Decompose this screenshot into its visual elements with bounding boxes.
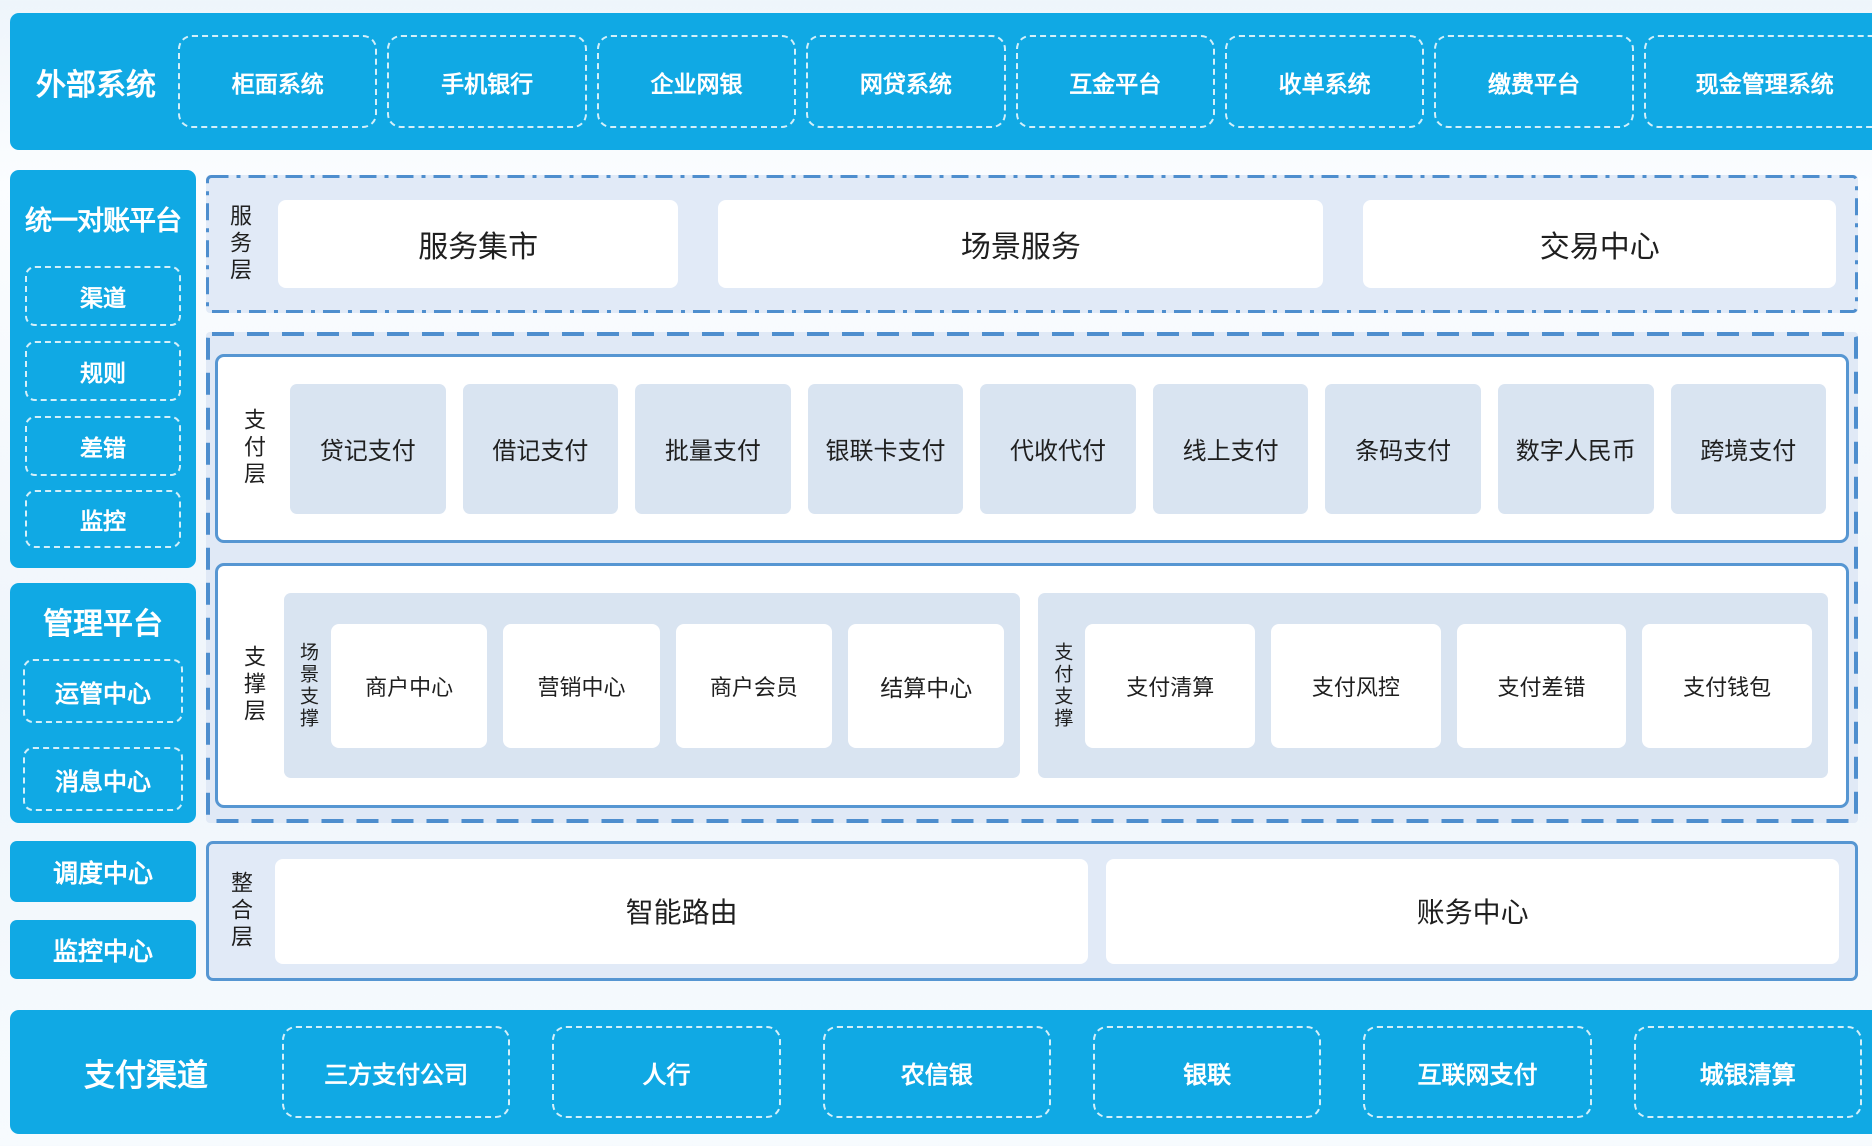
dispatch-center-box: 调度中心 xyxy=(10,841,196,902)
service-layer-item: 交易中心 xyxy=(1363,200,1836,288)
payment-layer-item: 跨境支付 xyxy=(1671,384,1827,514)
payment-support-item: 支付清算 xyxy=(1085,624,1255,748)
scene-support-label: 场景支撑 xyxy=(298,642,317,730)
payment-layer-item: 数字人民币 xyxy=(1498,384,1654,514)
payment-layer-item: 银联卡支付 xyxy=(808,384,964,514)
payment-layer-items: 贷记支付 借记支付 批量支付 银联卡支付 代收代付 线上支付 条码支付 数字人民… xyxy=(290,384,1826,514)
management-platform-panel: 管理平台 运管中心 消息中心 xyxy=(10,583,196,823)
reconciliation-item: 渠道 xyxy=(25,266,181,326)
payment-layer-item: 借记支付 xyxy=(463,384,619,514)
support-layer-label: 支撑层 xyxy=(242,645,264,726)
payment-channels-items: 三方支付公司 人行 农信银 银联 互联网支付 城银清算 xyxy=(282,1026,1862,1118)
payment-support-items: 支付清算 支付风控 支付差错 支付钱包 xyxy=(1085,624,1812,748)
payment-channel-item: 人行 xyxy=(552,1026,780,1118)
payment-layer-item: 代收代付 xyxy=(980,384,1136,514)
external-systems-bar: 外部系统 柜面系统 手机银行 企业网银 网贷系统 互金平台 收单系统 缴费平台 … xyxy=(10,13,1872,150)
management-item: 消息中心 xyxy=(23,747,183,811)
external-system-item: 手机银行 xyxy=(387,35,586,128)
scene-support-item: 商户中心 xyxy=(331,624,487,748)
external-system-item: 收单系统 xyxy=(1225,35,1424,128)
payment-layer-item: 贷记支付 xyxy=(290,384,446,514)
payment-support-label: 支付支撑 xyxy=(1052,642,1071,730)
integration-layer-items: 智能路由 账务中心 xyxy=(275,859,1839,964)
payment-support-item: 支付风控 xyxy=(1271,624,1441,748)
external-system-item: 网贷系统 xyxy=(806,35,1005,128)
payment-layer-item: 批量支付 xyxy=(635,384,791,514)
payment-layer-label: 支付层 xyxy=(242,408,264,489)
integration-layer-item: 账务中心 xyxy=(1106,859,1839,964)
external-system-item: 企业网银 xyxy=(597,35,796,128)
external-systems-title: 外部系统 xyxy=(34,60,158,104)
monitor-center-box: 监控中心 xyxy=(10,920,196,979)
management-item: 运管中心 xyxy=(23,659,183,723)
payment-channel-item: 互联网支付 xyxy=(1363,1026,1591,1118)
payment-support-item: 支付差错 xyxy=(1457,624,1627,748)
external-system-item: 现金管理系统 xyxy=(1644,35,1872,128)
payment-channel-item: 银联 xyxy=(1093,1026,1321,1118)
payment-channels-bar: 支付渠道 三方支付公司 人行 农信银 银联 互联网支付 城银清算 xyxy=(10,1010,1872,1134)
reconciliation-platform-panel: 统一对账平台 渠道 规则 差错 监控 xyxy=(10,170,196,568)
scene-support-item: 结算中心 xyxy=(848,624,1004,748)
payment-support-item: 支付钱包 xyxy=(1642,624,1812,748)
payment-support-wrapper: 支付层 贷记支付 借记支付 批量支付 银联卡支付 代收代付 线上支付 条码支付 … xyxy=(206,332,1858,823)
scene-support-group: 场景支撑 商户中心 营销中心 商户会员 结算中心 xyxy=(284,593,1020,778)
reconciliation-platform-title: 统一对账平台 xyxy=(25,170,181,266)
support-layer: 支撑层 场景支撑 商户中心 营销中心 商户会员 结算中心 支付支撑 支付清算 支… xyxy=(215,563,1849,808)
external-system-item: 互金平台 xyxy=(1016,35,1215,128)
payment-channel-item: 城银清算 xyxy=(1634,1026,1862,1118)
service-layer-item: 场景服务 xyxy=(718,200,1323,288)
service-layer-item: 服务集市 xyxy=(278,200,678,288)
integration-layer-item: 智能路由 xyxy=(275,859,1088,964)
payment-channel-item: 三方支付公司 xyxy=(282,1026,510,1118)
service-layer: 服务层 服务集市 场景服务 交易中心 xyxy=(206,175,1858,313)
service-layer-items: 服务集市 场景服务 交易中心 xyxy=(278,200,1836,288)
scene-support-item: 商户会员 xyxy=(676,624,832,748)
management-platform-title: 管理平台 xyxy=(23,583,183,659)
payment-layer-item: 条码支付 xyxy=(1325,384,1481,514)
integration-layer-label: 整合层 xyxy=(229,871,251,952)
payment-architecture-diagram: { "colors": { "bright_blue": "#10a9e4", … xyxy=(0,0,1872,1146)
scene-support-items: 商户中心 营销中心 商户会员 结算中心 xyxy=(331,624,1004,748)
payment-support-group: 支付支撑 支付清算 支付风控 支付差错 支付钱包 xyxy=(1038,593,1828,778)
payment-channel-item: 农信银 xyxy=(823,1026,1051,1118)
external-systems-items: 柜面系统 手机银行 企业网银 网贷系统 互金平台 收单系统 缴费平台 现金管理系… xyxy=(178,35,1872,128)
reconciliation-item: 规则 xyxy=(25,341,181,401)
payment-layer-item: 线上支付 xyxy=(1153,384,1309,514)
external-system-item: 缴费平台 xyxy=(1434,35,1633,128)
service-layer-label: 服务层 xyxy=(228,204,250,285)
payment-channels-title: 支付渠道 xyxy=(10,1050,282,1095)
reconciliation-item: 监控 xyxy=(25,490,181,548)
external-system-item: 柜面系统 xyxy=(178,35,377,128)
support-layer-groups: 场景支撑 商户中心 营销中心 商户会员 结算中心 支付支撑 支付清算 支付风控 … xyxy=(284,593,1828,778)
reconciliation-item: 差错 xyxy=(25,416,181,476)
scene-support-item: 营销中心 xyxy=(503,624,659,748)
payment-layer: 支付层 贷记支付 借记支付 批量支付 银联卡支付 代收代付 线上支付 条码支付 … xyxy=(215,354,1849,543)
integration-layer: 整合层 智能路由 账务中心 xyxy=(206,841,1858,981)
